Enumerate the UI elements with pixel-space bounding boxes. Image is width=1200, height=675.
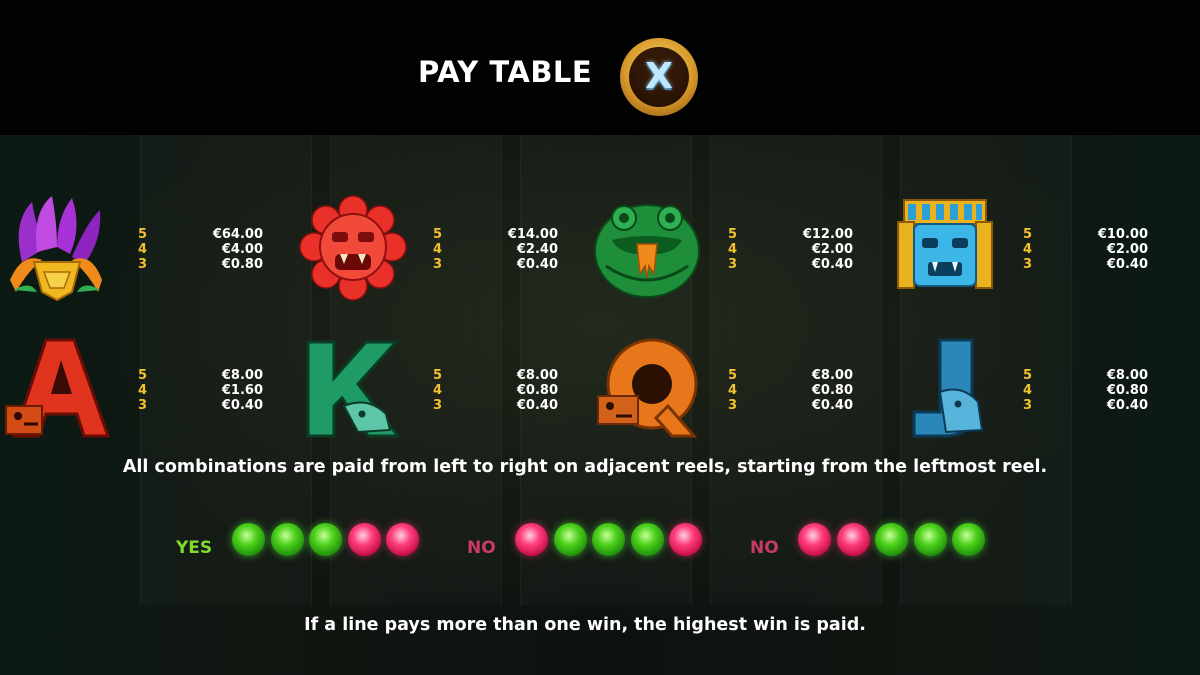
symbol-counts: 543 [433, 368, 443, 413]
example-verdict-label: NO [467, 538, 496, 558]
green-gem-icon [592, 523, 625, 556]
letter-k-icon [306, 340, 402, 438]
feather-headdress-mask-icon [10, 196, 102, 302]
close-icon: X [645, 56, 673, 97]
red-gem-icon [836, 523, 870, 556]
red-gem-icon [798, 523, 831, 556]
symbol-counts: 543 [728, 368, 738, 413]
red-gem-icon [515, 523, 548, 556]
green-gem-icon [913, 523, 947, 556]
symbol-payouts: €10.00 €2.00 €0.40 [1097, 227, 1148, 272]
red-sun-mask-icon [299, 195, 407, 301]
green-serpent-mask-icon [594, 204, 700, 298]
blue-jade-mask-icon [897, 199, 993, 289]
paytable-header: PAY TABLE X [0, 0, 1200, 135]
example-verdict-label: NO [750, 538, 779, 558]
green-gem-icon [553, 523, 587, 556]
green-gem-icon [270, 523, 304, 556]
letter-q-icon [597, 338, 698, 438]
symbol-counts: 543 [138, 368, 148, 413]
symbol-counts: 543 [1023, 368, 1033, 413]
symbol-payouts: €8.00 €0.80 €0.40 [1106, 368, 1148, 413]
red-gem-icon [386, 523, 419, 556]
symbol-counts: 543 [1023, 227, 1033, 272]
green-gem-icon [630, 523, 664, 556]
green-gem-icon [309, 523, 342, 556]
red-gem-icon [347, 523, 381, 556]
symbol-payouts: €8.00 €0.80 €0.40 [516, 368, 558, 413]
symbol-payouts: €12.00 €2.00 €0.40 [802, 227, 853, 272]
red-gem-icon [669, 523, 702, 556]
symbol-payouts: €64.00 €4.00 €0.80 [212, 227, 263, 272]
symbol-counts: 543 [138, 227, 148, 272]
example-verdict-label: YES [176, 538, 213, 558]
page-title: PAY TABLE [418, 55, 593, 89]
highest-win-rule-text: If a line pays more than one win, the hi… [304, 615, 866, 635]
green-gem-icon [232, 523, 265, 556]
letter-a-icon [5, 338, 111, 438]
symbol-payouts: €8.00 €0.80 €0.40 [811, 368, 853, 413]
symbol-counts: 543 [433, 227, 443, 272]
close-button[interactable]: X [620, 38, 698, 116]
combinations-rule-text: All combinations are paid from left to r… [122, 457, 1048, 477]
close-button-face: X [629, 47, 689, 107]
green-gem-icon [875, 523, 908, 556]
letter-j-icon [912, 338, 984, 438]
symbol-payouts: €8.00 €1.60 €0.40 [221, 368, 263, 413]
symbol-counts: 543 [728, 227, 738, 272]
symbol-payouts: €14.00 €2.40 €0.40 [507, 227, 558, 272]
green-gem-icon [952, 523, 985, 556]
